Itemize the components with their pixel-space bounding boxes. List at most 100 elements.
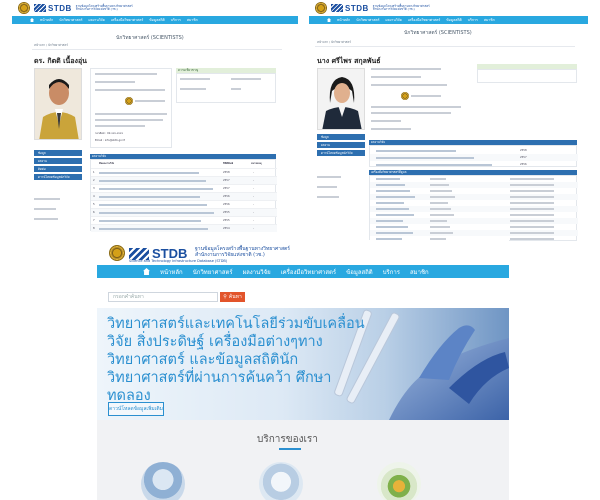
info-line — [371, 128, 411, 130]
nav-item-scientists[interactable]: นักวิทยาศาสตร์ — [356, 17, 379, 23]
hero-banner: วิทยาศาสตร์และเทคโนโลยีร่วมขับเคลื่อน วิ… — [97, 308, 509, 420]
tool-lab-line — [510, 202, 554, 204]
row-title-line — [99, 196, 200, 198]
tool-lab-line — [510, 238, 554, 240]
info-button[interactable]: ข้อมูล — [34, 150, 82, 156]
services-section: บริการของเรา — [97, 420, 509, 500]
nav-item-members[interactable]: สมาชิก — [410, 267, 429, 277]
tool-name-line — [376, 190, 410, 192]
tool-lab-line — [510, 196, 554, 198]
breadcrumb: หน้าแรก / นักวิทยาศาสตร์ — [317, 40, 351, 44]
contact-button[interactable]: ติดต่อ — [34, 166, 82, 172]
nav-item-services[interactable]: บริการ — [383, 267, 400, 277]
row-note: - — [253, 227, 254, 230]
nav-item-instruments[interactable]: เครื่องมือวิทยาศาสตร์ — [281, 267, 337, 277]
side-link[interactable] — [34, 208, 56, 210]
nav-item-research[interactable]: ผลงานวิจัย — [89, 17, 105, 23]
stdb-logo[interactable]: STDB — [331, 4, 369, 13]
info-line — [95, 81, 135, 83]
profile-screenshot-right: STDB ฐานข้อมูลโครงสร้างพื้นฐานทางวิทยาศา… — [309, 0, 588, 246]
download-button[interactable]: ดาวน์โหลดข้อมูลนักวิจัย — [317, 150, 365, 156]
row-number: 2 — [93, 179, 95, 182]
phone-text: โทรศัพท์ : 02-xxx-xxxx — [95, 132, 124, 135]
nav-item-members[interactable]: สมาชิก — [187, 17, 198, 23]
table-row[interactable]: 8 2554 - — [91, 224, 277, 232]
home-icon[interactable] — [143, 268, 150, 275]
expertise-box — [176, 73, 276, 103]
brand-subtitle-en: Science and Technology Infrastructure Da… — [129, 259, 228, 263]
service-instruments-image[interactable] — [377, 462, 421, 500]
brand-subtitle-th2: สำนักงานการวิจัยแห่งชาติ (วช.) — [372, 7, 415, 11]
row-year: 2556 — [223, 203, 230, 206]
search-input[interactable]: กรอกคำค้นหา — [108, 292, 218, 302]
info-line — [95, 89, 165, 91]
side-link[interactable] — [317, 186, 337, 188]
info-line — [371, 120, 401, 122]
nav-item-statistics[interactable]: ข้อมูลสถิติ — [446, 17, 461, 23]
service-scientists-image[interactable] — [141, 462, 185, 500]
tool-name-line — [376, 202, 404, 204]
works-button[interactable]: ผลงาน — [317, 142, 365, 148]
download-button[interactable]: ดาวน์โหลดข้อมูลนักวิจัย — [34, 174, 82, 180]
homepage-screenshot: STDB ฐานข้อมูลโครงสร้างพื้นฐานทางวิทยาศา… — [97, 240, 509, 500]
nav-item-services[interactable]: บริการ — [171, 17, 181, 23]
nav-item-statistics[interactable]: ข้อมูลสถิติ — [149, 17, 164, 23]
row-year: 2557 — [520, 156, 527, 159]
table-row[interactable]: 2557 — [370, 154, 578, 161]
nav-item-scientists[interactable]: นักวิทยาศาสตร์ — [193, 267, 233, 277]
table-row[interactable]: 3 2557 - — [91, 184, 277, 192]
table-row[interactable]: 1 2558 - — [91, 168, 277, 176]
nav-item-statistics[interactable]: ข้อมูลสถิติ — [346, 267, 373, 277]
nav-item-members[interactable]: สมาชิก — [484, 17, 495, 23]
nav-item-home[interactable]: หน้าหลัก — [160, 267, 183, 277]
col-header-note: หมายเหตุ — [251, 162, 262, 165]
row-year: 2556 — [520, 163, 527, 166]
search-button[interactable]: ⚲ ค้นหา — [220, 292, 245, 302]
nav-item-research[interactable]: ผลงานวิจัย — [243, 267, 271, 277]
side-link[interactable] — [34, 198, 60, 200]
row-year: 2554 — [223, 227, 230, 230]
hero-download-button[interactable]: ดาวน์โหลดข้อมูลเพิ่มเติม — [108, 402, 164, 416]
stdb-logo-mark — [34, 4, 46, 12]
works-button[interactable]: ผลงาน — [34, 158, 82, 164]
table-row[interactable]: 4 2556 - — [91, 192, 277, 200]
breadcrumb: หน้าแรก / นักวิทยาศาสตร์ — [34, 43, 68, 47]
nav-item-home[interactable]: หน้าหลัก — [40, 17, 53, 23]
nav-item-research[interactable]: ผลงานวิจัย — [386, 17, 402, 23]
home-icon[interactable] — [327, 18, 331, 22]
brand-subtitle-th2: สำนักงานการวิจัยแห่งชาติ (วช.) — [195, 252, 265, 258]
download-button-label: ดาวน์โหลดข้อมูลนักวิจัย — [321, 150, 353, 155]
nav-item-services[interactable]: บริการ — [468, 17, 478, 23]
organization-seal-icon — [125, 97, 133, 105]
stdb-logo[interactable]: STDB — [34, 4, 72, 13]
nav-item-home[interactable]: หน้าหลัก — [337, 17, 350, 23]
info-line — [95, 113, 167, 115]
nav-item-instruments[interactable]: เครื่องมือวิทยาศาสตร์ — [111, 17, 143, 23]
service-research-image[interactable] — [259, 462, 303, 500]
nav-item-scientists[interactable]: นักวิทยาศาสตร์ — [59, 17, 82, 23]
row-number: 5 — [93, 203, 95, 206]
tool-lab-line — [510, 208, 554, 210]
row-year: 2558 — [520, 149, 527, 152]
site-header: STDB ฐานข้อมูลโครงสร้างพื้นฐานทางวิทยาศา… — [12, 0, 298, 16]
table-row[interactable]: 5 2556 - — [91, 200, 277, 208]
side-link[interactable] — [34, 218, 58, 220]
person-name: ดร. กิตติ เนื้องอุ่น — [34, 57, 87, 65]
table-row[interactable]: 2558 — [370, 147, 578, 154]
tool-model-line — [430, 226, 450, 228]
download-button-label: ดาวน์โหลดข้อมูลนักวิจัย — [38, 174, 70, 179]
side-link[interactable] — [317, 196, 339, 198]
info-line — [371, 84, 447, 86]
table-row[interactable]: 2 2557 - — [91, 176, 277, 184]
info-button[interactable]: ข้อมูล — [317, 134, 365, 140]
table-row[interactable]: 2556 — [370, 161, 578, 168]
table-row[interactable]: 6 2555 - — [91, 208, 277, 216]
tool-model-line — [430, 202, 448, 204]
expertise-line — [180, 88, 206, 90]
home-icon[interactable] — [30, 18, 34, 22]
row-number: 3 — [93, 187, 95, 190]
nav-item-instruments[interactable]: เครื่องมือวิทยาศาสตร์ — [408, 17, 440, 23]
row-note: - — [253, 179, 254, 182]
side-link[interactable] — [317, 176, 341, 178]
table-row[interactable]: 7 2555 - — [91, 216, 277, 224]
